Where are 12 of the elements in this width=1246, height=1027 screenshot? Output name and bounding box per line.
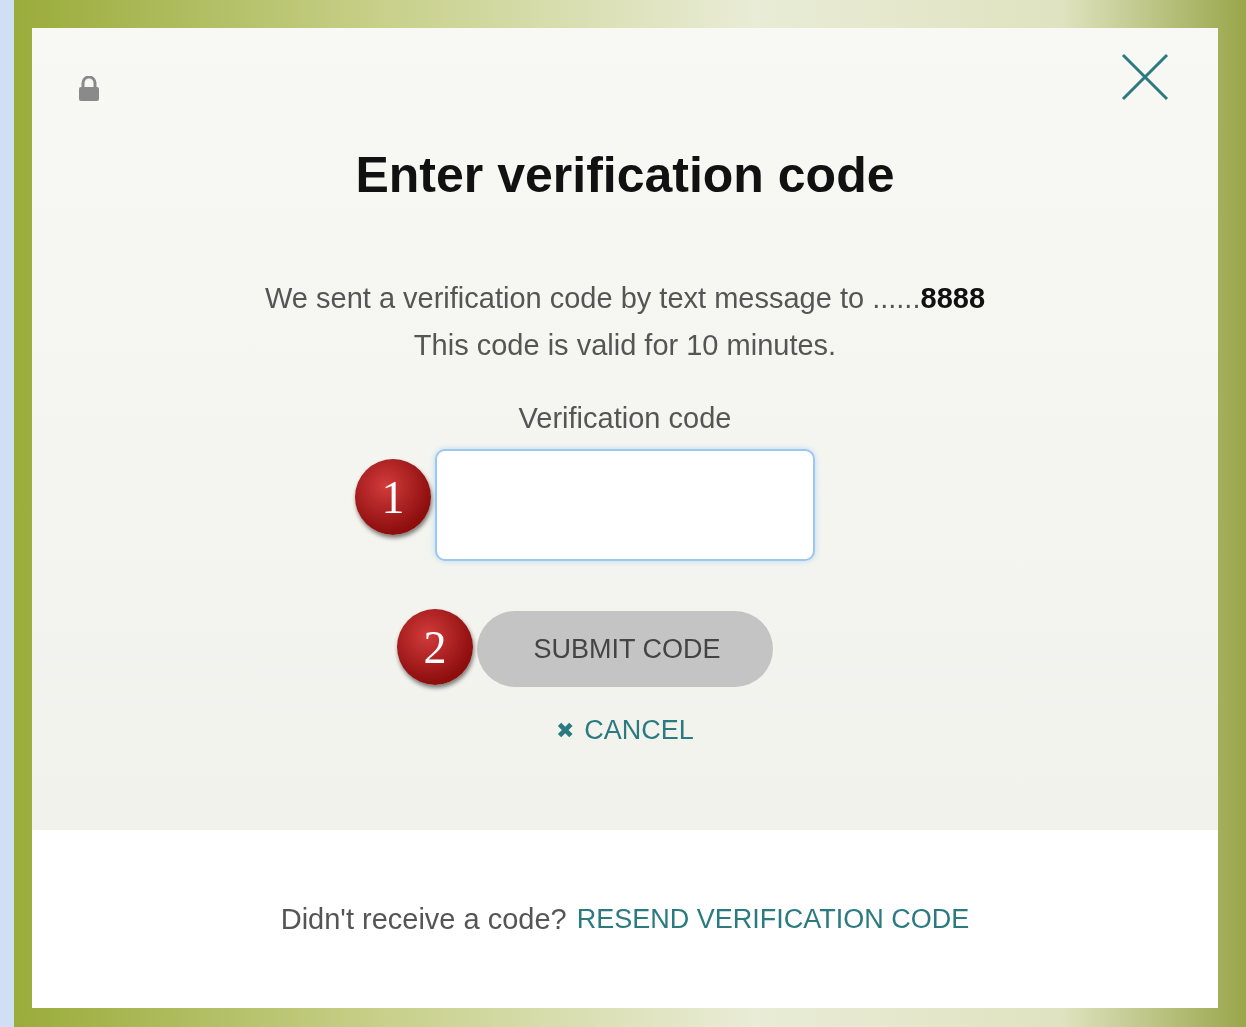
dialog-title: Enter verification code (355, 146, 895, 204)
message-text: We sent a verification code by text message to ......8888 (265, 282, 985, 315)
callout-marker: 1 (355, 459, 431, 535)
footer-prompt: Didn't receive a code? (280, 902, 567, 936)
code-input-field[interactable] (435, 449, 815, 561)
resend-link[interactable]: RESEND VERIFICATION CODE (576, 903, 970, 935)
cancel-button[interactable]: ✖ CANCEL (556, 715, 694, 746)
close-button[interactable] (1120, 52, 1170, 102)
callout-marker: 2 (397, 609, 473, 685)
field-label: Verification code (518, 402, 732, 435)
lock-icon (78, 76, 100, 102)
validity-text: This code is valid for 10 minutes. (413, 329, 837, 362)
